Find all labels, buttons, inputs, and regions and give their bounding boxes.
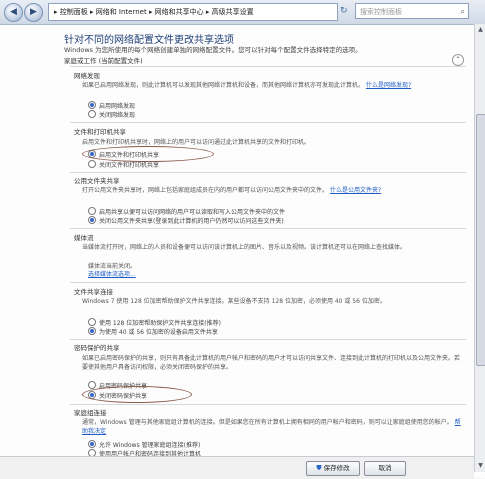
main-content: 针对不同的网络配置文件更改共享选项 Windows 为您所使用的每个网络创建单独… — [0, 24, 474, 472]
public-folder-off-option[interactable]: 关闭公用文件夹共享(登录到此计算机的用户仍然可以访问这些文件夹) — [88, 216, 284, 225]
encryption-40-option[interactable]: 为使用 40 或 56 位加密的设备启用文件共享 — [88, 327, 218, 336]
divider — [70, 282, 466, 283]
address-bar: ◀ ▶ ▸ 控制面板 ▸ 网络和 Internet ▸ 网络和共享中心 ▸ 高级… — [0, 0, 485, 25]
discovery-description: 如果已启用网络发现，则此计算机可以发现其他网络计算机和设备，而其他网络计算机亦可… — [82, 82, 412, 89]
section-title-discovery: 网络发现 — [74, 72, 100, 80]
section-title-file-print: 文件和打印机共享 — [74, 128, 126, 136]
connection-description: Windows 7 使用 128 位加密帮助保护文件共享连接。某些设备不支持 1… — [82, 298, 386, 305]
homegroup-description: 通常，Windows 管理与其他家庭组计算机的连接。但是如果您在所有计算机上拥有… — [82, 419, 461, 435]
radio[interactable] — [88, 207, 96, 215]
file-print-off-option[interactable]: 关闭文件和打印机共享 — [88, 160, 159, 169]
search-input[interactable]: 搜索控制面板 ⌕ — [355, 3, 469, 19]
refresh-icon[interactable]: ↻ — [340, 3, 352, 19]
radio[interactable] — [88, 381, 96, 389]
divider — [70, 339, 466, 340]
radio-selected[interactable] — [88, 216, 96, 224]
homegroup-windows-option[interactable]: 允许 Windows 管理家庭组连接(推荐) — [88, 440, 200, 449]
window: ◀ ▶ ▸ 控制面板 ▸ 网络和 Internet ▸ 网络和共享中心 ▸ 高级… — [0, 0, 485, 479]
password-description: 如果已启用密码保护的共享，则只有具备此计算机的用户帐户和密码的用户才可以访问共享… — [82, 355, 461, 371]
radio[interactable] — [88, 318, 96, 326]
radio[interactable] — [88, 160, 96, 168]
radio-selected[interactable] — [88, 327, 96, 335]
profile-header: 家庭或工作 (当前配置文件) — [64, 57, 143, 65]
radio-selected[interactable] — [88, 440, 96, 448]
divider — [70, 66, 466, 67]
shield-icon: ⛊ — [316, 464, 322, 472]
forward-button[interactable]: ▶ — [24, 3, 43, 22]
radio[interactable] — [88, 110, 96, 118]
search-placeholder: 搜索控制面板 — [360, 8, 402, 16]
page-description: Windows 为您所使用的每个网络创建单独的网络配置文件。您可以针对每个配置文… — [64, 46, 362, 54]
scroll-thumb[interactable] — [476, 114, 485, 366]
cancel-button[interactable]: 取消 — [364, 461, 406, 476]
breadcrumb-text: ▸ 控制面板 ▸ 网络和 Internet ▸ 网络和共享中心 ▸ 高级共享设置 — [54, 8, 254, 16]
public-folder-help-link[interactable]: 什么是公用文件夹? — [330, 187, 381, 194]
scroll-up-icon[interactable]: ▲ — [476, 25, 485, 35]
section-title-homegroup: 家庭组连接 — [74, 409, 107, 417]
public-folder-on-option[interactable]: 启用共享以便可以访问网络的用户可以读取和写入公用文件夹中的文件 — [88, 207, 285, 216]
radio-selected[interactable] — [88, 101, 96, 109]
discovery-off-option[interactable]: 关闭网络发现 — [88, 110, 135, 119]
section-title-connection: 文件共享连接 — [74, 288, 113, 296]
footer-bar: ⛊ 保存修改 取消 — [0, 456, 474, 479]
section-title-public-folder: 公用文件夹共享 — [74, 177, 120, 185]
divider — [70, 172, 466, 173]
search-icon[interactable]: ⌕ — [461, 4, 465, 20]
scroll-down-icon[interactable]: ▼ — [476, 461, 485, 471]
collapse-button[interactable]: ⌃ — [452, 54, 464, 66]
save-button[interactable]: ⛊ 保存修改 — [306, 461, 360, 476]
breadcrumb[interactable]: ▸ 控制面板 ▸ 网络和 Internet ▸ 网络和共享中心 ▸ 高级共享设置 — [48, 3, 338, 21]
public-folder-description: 打开公用文件夹共享时，网络上包括家庭组成员在内的用户都可以访问公用文件夹中的文件… — [82, 187, 382, 194]
discovery-on-option[interactable]: 启用网络发现 — [88, 101, 135, 110]
section-title-password: 密码保护的共享 — [74, 344, 120, 352]
divider — [70, 404, 466, 405]
highlight-ellipse — [82, 386, 192, 403]
divider — [70, 228, 466, 229]
divider — [70, 122, 466, 123]
encryption-128-option[interactable]: 使用 128 位加密帮助保护文件共享连接(推荐) — [88, 318, 221, 327]
media-description: 当媒体流打开时，网络上的人员和设备便可以访问该计算机上的图片、音乐以及视频。该计… — [82, 244, 407, 251]
back-button[interactable]: ◀ — [4, 3, 23, 22]
discovery-help-link[interactable]: 什么是网络发现? — [366, 82, 411, 89]
section-title-media: 媒体流 — [74, 234, 94, 242]
vertical-scrollbar[interactable]: ▲ ▼ — [474, 24, 485, 472]
media-options-link[interactable]: 选择媒体流选项... — [88, 270, 468, 279]
